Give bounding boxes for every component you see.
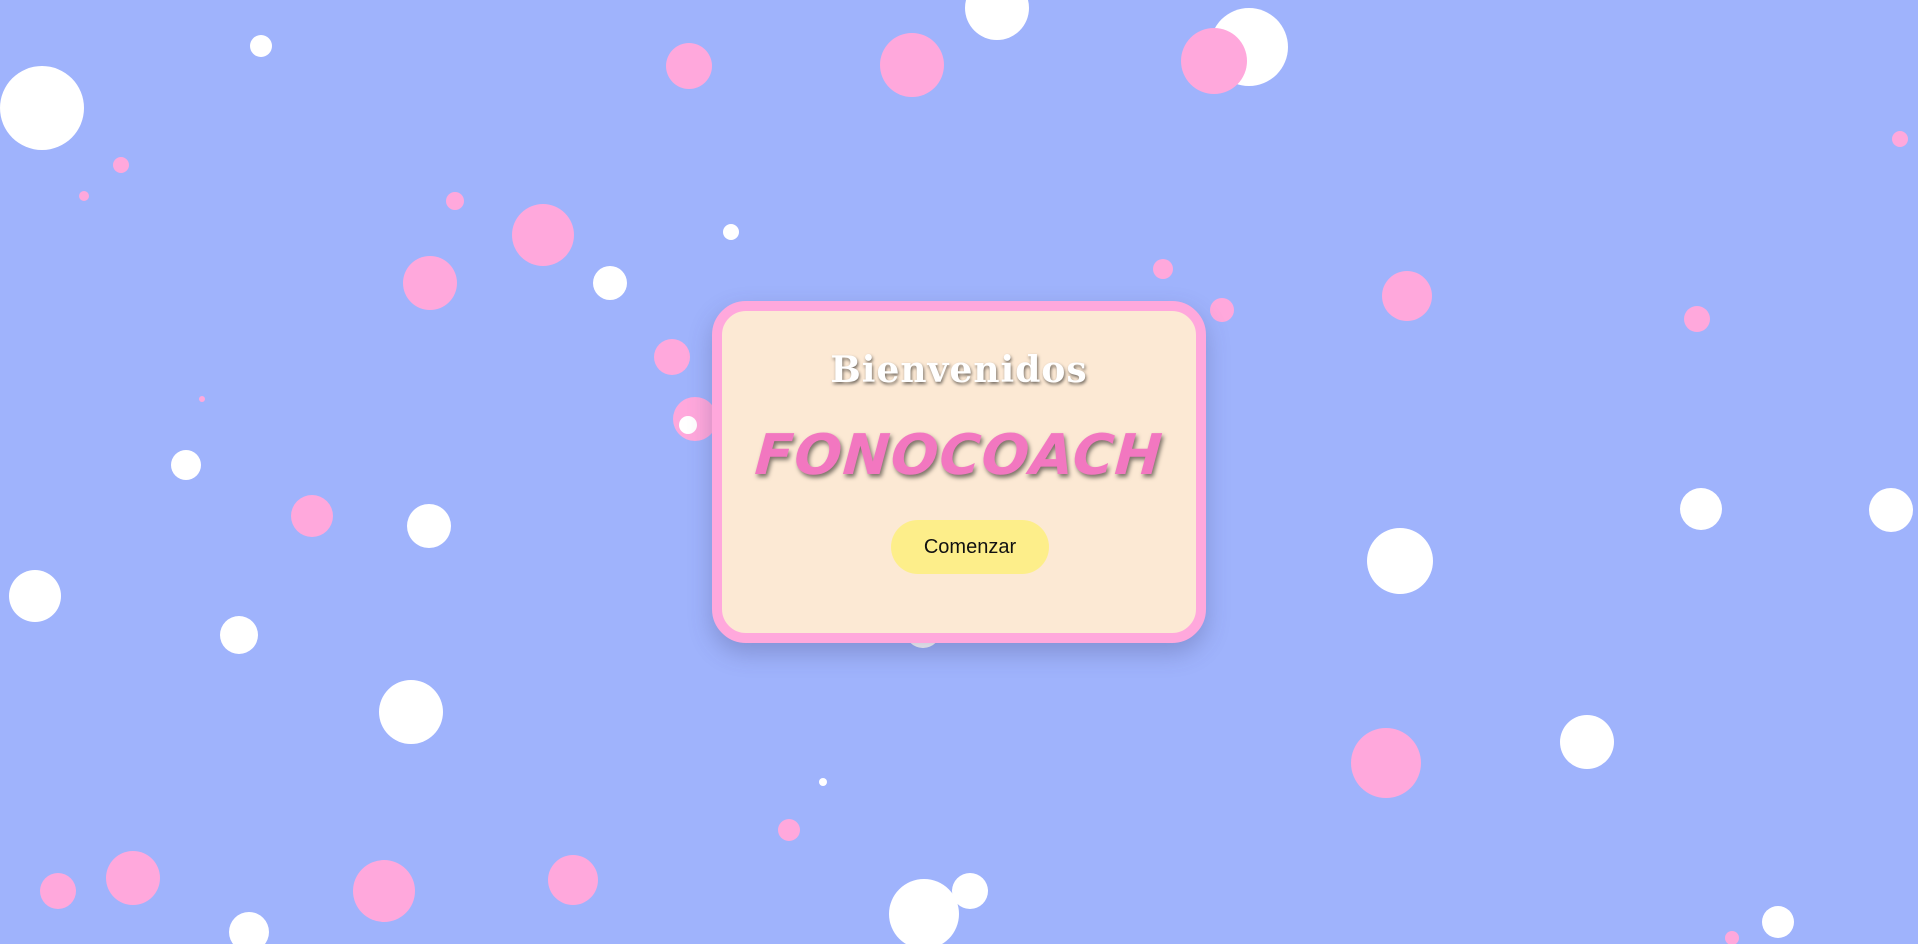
white-bubble — [593, 266, 627, 300]
pink-bubble — [403, 256, 457, 310]
pink-bubble — [1725, 931, 1739, 944]
welcome-heading: Bienvenidos — [830, 349, 1088, 391]
pink-bubble — [199, 396, 205, 402]
pink-bubble — [1684, 306, 1710, 332]
white-bubble — [1869, 488, 1913, 532]
pink-bubble — [666, 43, 712, 89]
pink-bubble — [106, 851, 160, 905]
pink-bubble — [113, 157, 129, 173]
white-bubble — [1367, 528, 1433, 594]
white-bubble — [0, 66, 84, 150]
pink-bubble — [446, 192, 464, 210]
brand-title: FONOCOACH — [752, 423, 1166, 488]
pink-bubble — [1210, 298, 1234, 322]
pink-bubble — [880, 33, 944, 97]
pink-bubble — [1892, 131, 1908, 147]
white-bubble — [1680, 488, 1722, 530]
pink-bubble — [778, 819, 800, 841]
start-button[interactable]: Comenzar — [891, 520, 1049, 574]
pink-bubble — [654, 339, 690, 375]
white-bubble — [723, 224, 739, 240]
white-bubble — [889, 879, 959, 944]
pink-bubble — [79, 191, 89, 201]
pink-bubble — [353, 860, 415, 922]
pink-bubble — [1153, 259, 1173, 279]
white-bubble — [1560, 715, 1614, 769]
pink-bubble — [548, 855, 598, 905]
pink-bubble — [1181, 28, 1247, 94]
welcome-card: Bienvenidos FONOCOACH Comenzar — [712, 301, 1206, 643]
pink-bubble — [512, 204, 574, 266]
white-bubble — [379, 680, 443, 744]
white-bubble — [407, 504, 451, 548]
white-bubble — [171, 450, 201, 480]
white-bubble — [220, 616, 258, 654]
pink-bubble — [291, 495, 333, 537]
white-bubble — [819, 778, 827, 786]
white-bubble — [9, 570, 61, 622]
white-bubble — [250, 35, 272, 57]
white-bubble — [1762, 906, 1794, 938]
pink-bubble — [1382, 271, 1432, 321]
white-bubble — [679, 416, 697, 434]
pink-bubble — [1351, 728, 1421, 798]
white-bubble — [965, 0, 1029, 40]
white-bubble — [229, 912, 269, 944]
pink-bubble — [40, 873, 76, 909]
